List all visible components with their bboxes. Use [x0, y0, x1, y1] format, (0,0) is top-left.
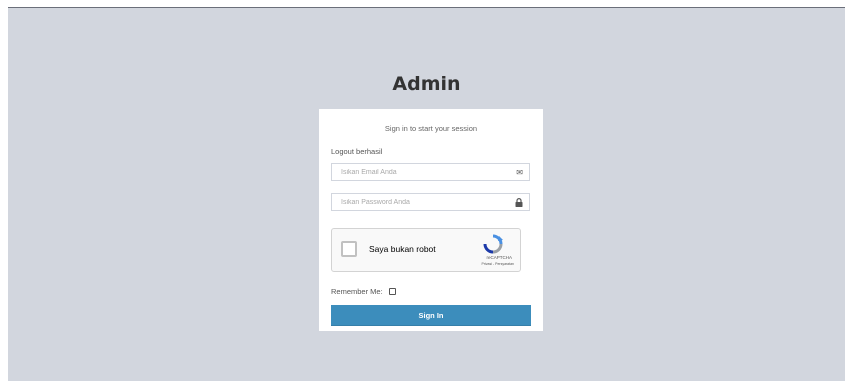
recaptcha-label: Saya bukan robot: [369, 244, 436, 254]
logout-message: Logout berhasil: [331, 147, 383, 156]
password-field: [331, 193, 530, 211]
login-page: Admin Sign in to start your session Logo…: [8, 7, 845, 381]
remember-me-label: Remember Me:: [331, 287, 383, 296]
remember-me-checkbox[interactable]: [389, 288, 396, 295]
email-field: ✉: [331, 163, 530, 181]
recaptcha-checkbox[interactable]: [341, 241, 357, 257]
page-title: Admin: [392, 73, 461, 95]
lock-icon: [515, 198, 523, 209]
password-input[interactable]: [332, 194, 512, 210]
recaptcha-links[interactable]: Privasi - Persyaratan: [482, 262, 514, 266]
recaptcha-brand: reCAPTCHA: [486, 255, 512, 260]
sign-in-button[interactable]: Sign In: [331, 305, 531, 326]
email-input[interactable]: [332, 164, 512, 180]
recaptcha-logo-icon: [483, 234, 503, 254]
recaptcha-widget: Saya bukan robot reCAPTCHA Privasi - Per…: [331, 228, 521, 272]
login-box-subtitle: Sign in to start your session: [384, 124, 478, 133]
login-box: Sign in to start your session Logout ber…: [319, 109, 543, 331]
envelope-icon: ✉: [516, 168, 523, 177]
